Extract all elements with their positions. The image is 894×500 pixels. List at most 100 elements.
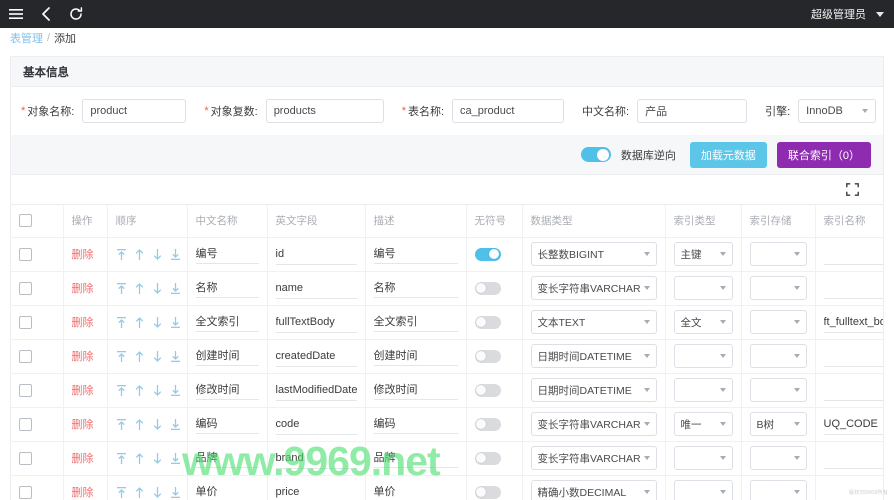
move-down-icon[interactable] bbox=[152, 316, 163, 329]
en-field-input[interactable] bbox=[275, 380, 357, 401]
cn-name-input[interactable] bbox=[195, 346, 259, 366]
chevron-left-icon[interactable] bbox=[36, 4, 56, 24]
unsigned-toggle[interactable] bbox=[474, 281, 501, 295]
en-field-input[interactable] bbox=[275, 482, 357, 500]
index-type-select[interactable] bbox=[673, 276, 733, 300]
engine-select[interactable]: InnoDB bbox=[798, 99, 877, 123]
move-to-bottom-icon[interactable] bbox=[170, 486, 181, 499]
cn-name-input[interactable] bbox=[195, 312, 259, 332]
cn-name-input[interactable] bbox=[195, 380, 259, 400]
refresh-icon[interactable] bbox=[66, 4, 86, 24]
description-input[interactable] bbox=[373, 448, 458, 468]
data-type-select[interactable]: 变长字符串VARCHAR bbox=[530, 446, 657, 470]
move-up-icon[interactable] bbox=[134, 316, 145, 329]
cn-name-input[interactable] bbox=[637, 99, 748, 123]
move-up-icon[interactable] bbox=[134, 486, 145, 499]
description-input[interactable] bbox=[373, 346, 458, 366]
index-storage-select[interactable] bbox=[749, 446, 807, 470]
cn-name-input[interactable] bbox=[195, 448, 259, 468]
cn-name-input[interactable] bbox=[195, 414, 259, 434]
object-name-input[interactable] bbox=[82, 99, 187, 123]
object-plural-input[interactable] bbox=[265, 99, 384, 123]
row-checkbox[interactable] bbox=[19, 281, 32, 295]
load-metadata-button[interactable]: 加载元数据 bbox=[689, 141, 767, 168]
move-down-icon[interactable] bbox=[152, 486, 163, 499]
description-input[interactable] bbox=[373, 414, 458, 434]
move-to-bottom-icon[interactable] bbox=[170, 248, 181, 261]
en-field-input[interactable] bbox=[275, 278, 357, 299]
data-type-select[interactable]: 变长字符串VARCHAR bbox=[530, 276, 657, 300]
row-checkbox[interactable] bbox=[19, 485, 32, 499]
index-name-input[interactable] bbox=[823, 312, 883, 333]
index-name-input[interactable] bbox=[823, 482, 883, 500]
move-up-icon[interactable] bbox=[134, 384, 145, 397]
unsigned-toggle[interactable] bbox=[474, 451, 501, 465]
move-to-top-icon[interactable] bbox=[116, 486, 127, 499]
index-type-select[interactable]: 主键 bbox=[673, 242, 733, 266]
data-type-select[interactable]: 精确小数DECIMAL bbox=[530, 480, 657, 500]
move-down-icon[interactable] bbox=[152, 350, 163, 363]
index-name-input[interactable] bbox=[823, 380, 883, 401]
select-all-checkbox[interactable] bbox=[19, 214, 32, 228]
index-storage-select[interactable] bbox=[749, 378, 807, 402]
en-field-input[interactable] bbox=[275, 414, 357, 435]
move-to-top-icon[interactable] bbox=[116, 452, 127, 465]
move-to-top-icon[interactable] bbox=[116, 248, 127, 261]
index-storage-select[interactable]: B树 bbox=[749, 412, 807, 436]
row-checkbox[interactable] bbox=[19, 383, 32, 397]
data-type-select[interactable]: 变长字符串VARCHAR bbox=[530, 412, 657, 436]
en-field-input[interactable] bbox=[275, 346, 357, 367]
index-type-select[interactable]: 全文 bbox=[673, 310, 733, 334]
move-down-icon[interactable] bbox=[152, 384, 163, 397]
delete-row-button[interactable]: 删除 bbox=[72, 249, 94, 261]
cn-name-input[interactable] bbox=[195, 278, 259, 298]
data-type-select[interactable]: 文本TEXT bbox=[530, 310, 657, 334]
index-storage-select[interactable] bbox=[749, 310, 807, 334]
index-type-select[interactable] bbox=[673, 480, 733, 500]
union-index-button[interactable]: 联合索引（0） bbox=[776, 141, 871, 168]
breadcrumb-root-link[interactable]: 表管理 bbox=[10, 30, 43, 46]
move-to-top-icon[interactable] bbox=[116, 282, 127, 295]
index-name-input[interactable] bbox=[823, 346, 883, 367]
move-up-icon[interactable] bbox=[134, 248, 145, 261]
index-type-select[interactable] bbox=[673, 344, 733, 368]
move-to-bottom-icon[interactable] bbox=[170, 282, 181, 295]
move-to-bottom-icon[interactable] bbox=[170, 452, 181, 465]
move-to-bottom-icon[interactable] bbox=[170, 384, 181, 397]
move-to-bottom-icon[interactable] bbox=[170, 316, 181, 329]
index-storage-select[interactable] bbox=[749, 276, 807, 300]
index-name-input[interactable] bbox=[823, 278, 883, 299]
row-checkbox[interactable] bbox=[19, 247, 32, 261]
unsigned-toggle[interactable] bbox=[474, 315, 501, 329]
index-name-input[interactable] bbox=[823, 448, 883, 469]
en-field-input[interactable] bbox=[275, 312, 357, 333]
unsigned-toggle[interactable] bbox=[474, 485, 501, 499]
en-field-input[interactable] bbox=[275, 448, 357, 469]
move-to-top-icon[interactable] bbox=[116, 418, 127, 431]
index-type-select[interactable] bbox=[673, 446, 733, 470]
description-input[interactable] bbox=[373, 312, 458, 332]
move-down-icon[interactable] bbox=[152, 248, 163, 261]
move-up-icon[interactable] bbox=[134, 418, 145, 431]
index-storage-select[interactable] bbox=[749, 242, 807, 266]
delete-row-button[interactable]: 删除 bbox=[72, 385, 94, 397]
cn-name-input[interactable] bbox=[195, 244, 259, 264]
move-down-icon[interactable] bbox=[152, 452, 163, 465]
data-type-select[interactable]: 长整数BIGINT bbox=[530, 242, 657, 266]
index-name-input[interactable] bbox=[823, 414, 883, 435]
move-up-icon[interactable] bbox=[134, 452, 145, 465]
description-input[interactable] bbox=[373, 380, 458, 400]
move-up-icon[interactable] bbox=[134, 350, 145, 363]
caret-down-icon[interactable] bbox=[876, 11, 884, 17]
delete-row-button[interactable]: 删除 bbox=[72, 419, 94, 431]
delete-row-button[interactable]: 删除 bbox=[72, 317, 94, 329]
top-bar-user-area[interactable]: 超级管理员 bbox=[811, 6, 884, 22]
description-input[interactable] bbox=[373, 244, 458, 264]
data-type-select[interactable]: 日期时间DATETIME bbox=[530, 344, 657, 368]
unsigned-toggle[interactable] bbox=[474, 247, 501, 261]
row-checkbox[interactable] bbox=[19, 417, 32, 431]
description-input[interactable] bbox=[373, 278, 458, 298]
unsigned-toggle[interactable] bbox=[474, 383, 501, 397]
move-to-bottom-icon[interactable] bbox=[170, 350, 181, 363]
delete-row-button[interactable]: 删除 bbox=[72, 487, 94, 499]
